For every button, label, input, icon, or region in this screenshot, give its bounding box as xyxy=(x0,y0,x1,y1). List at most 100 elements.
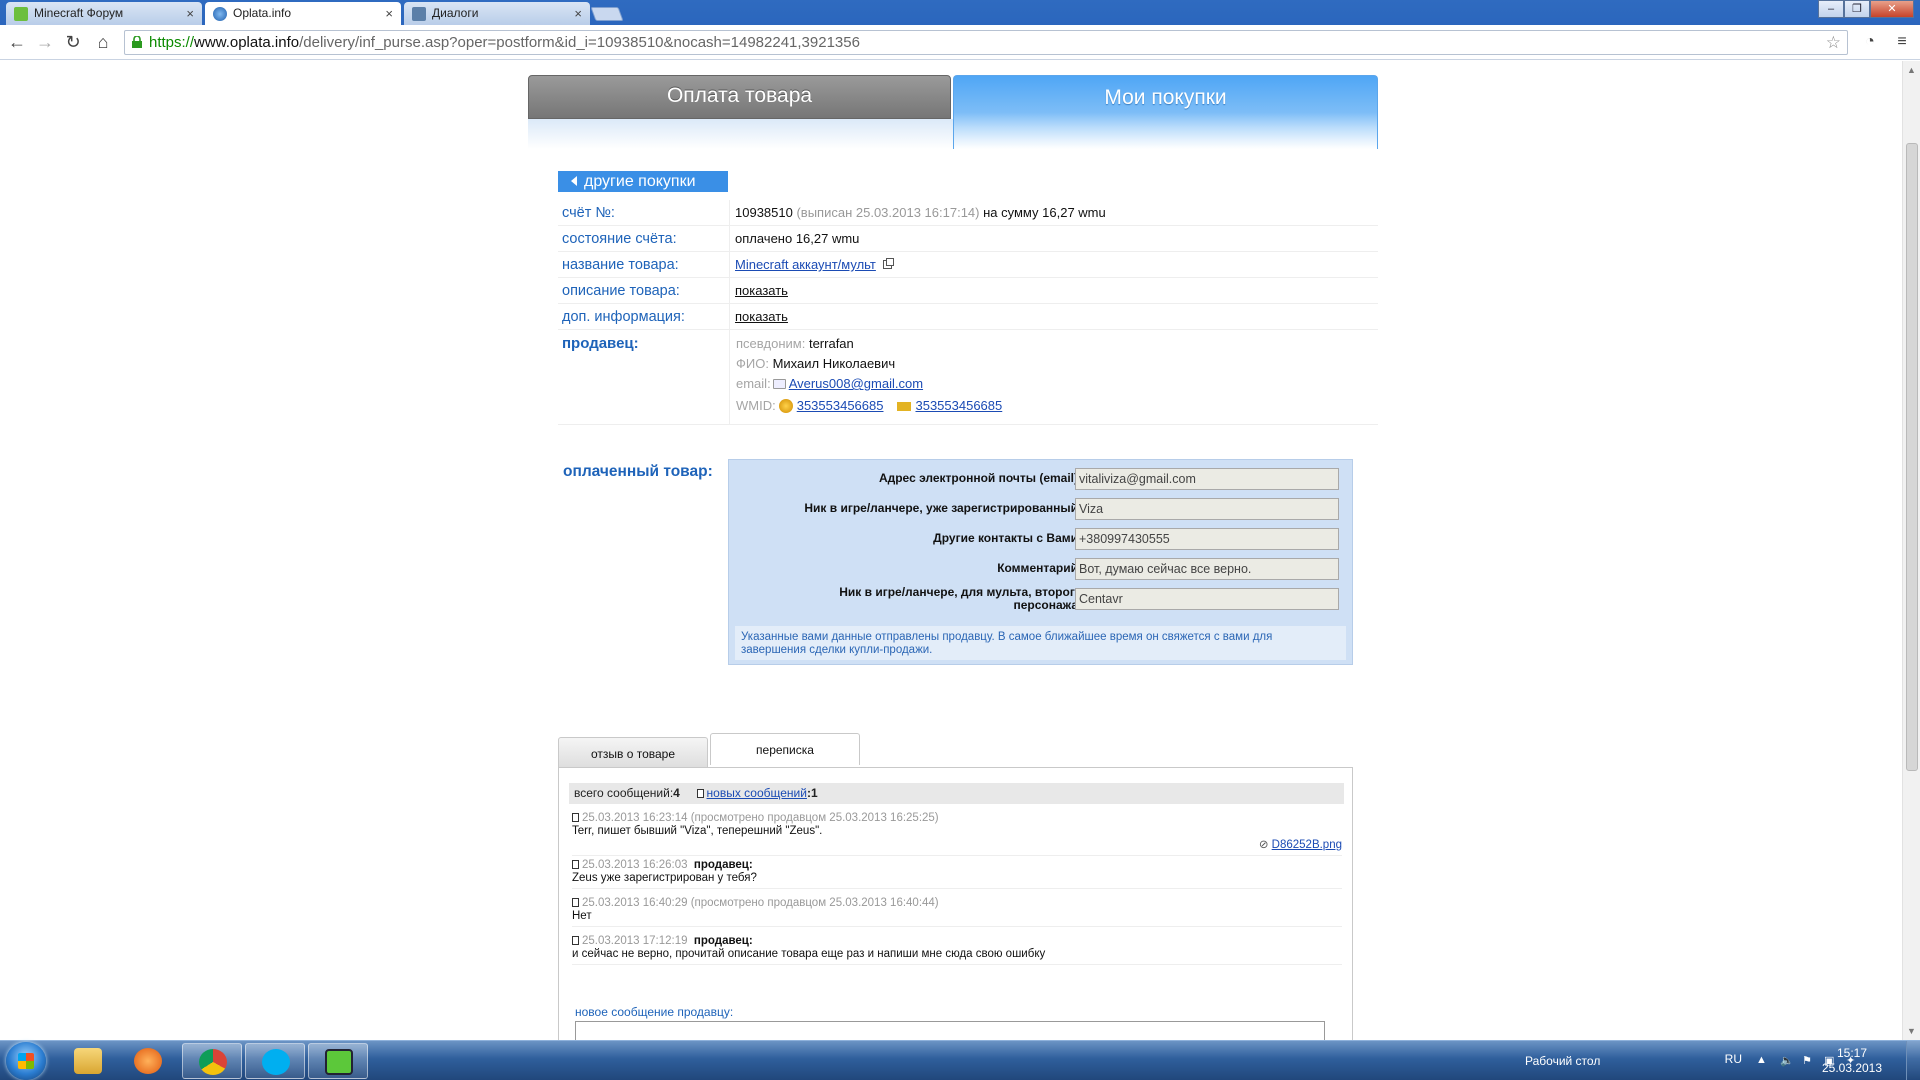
message-meta: 25.03.2013 16:40:29 (просмотрено продавц… xyxy=(582,897,939,909)
second-nick-field[interactable] xyxy=(1075,588,1339,610)
nick-field[interactable] xyxy=(1075,498,1339,520)
taskbar-minecraft[interactable] xyxy=(308,1043,368,1079)
other-purchases-label: другие покупки xyxy=(584,173,696,190)
new-messages-count: :1 xyxy=(806,786,818,800)
taskbar-chrome[interactable] xyxy=(182,1043,242,1079)
email-envelope-icon xyxy=(772,379,786,389)
attachment-link[interactable]: D86252B.png xyxy=(1272,839,1342,851)
tab-close-icon[interactable]: × xyxy=(186,2,194,25)
correspondence-panel: всего сообщений:4 новых сообщений:1 25.0… xyxy=(558,767,1353,1040)
scroll-down-icon[interactable]: ▼ xyxy=(1907,1026,1916,1036)
header-fade xyxy=(528,119,953,149)
contacts-field-label: Другие контакты с Вами: xyxy=(933,531,1082,545)
email-field[interactable] xyxy=(1075,468,1339,490)
desktop-toolbar-label[interactable]: Рабочий стол xyxy=(1525,1054,1625,1068)
show-description-link[interactable]: показать xyxy=(735,283,788,298)
webmoney-icon xyxy=(778,399,793,413)
vk-favicon-icon xyxy=(412,7,426,21)
tab-my-purchases[interactable]: Мои покупки xyxy=(953,75,1378,149)
form-row-contacts: Другие контакты с Вами: xyxy=(729,528,1352,552)
minimize-icon[interactable]: – xyxy=(1818,0,1844,18)
taskbar-media-player[interactable] xyxy=(118,1043,178,1079)
message-item: 25.03.2013 16:26:03 продавец: Zeus уже з… xyxy=(572,859,1342,889)
messages-summary: всего сообщений:4 новых сообщений:1 xyxy=(569,783,1344,804)
other-purchases-button[interactable]: другие покупки xyxy=(558,171,728,192)
message-meta: 25.03.2013 16:26:03 xyxy=(582,859,688,871)
document-icon xyxy=(572,813,579,822)
form-row-second-nick: Ник в игре/ланчере, для мульта, второго … xyxy=(729,586,1352,612)
message-meta: 25.03.2013 17:12:19 xyxy=(582,935,688,947)
browser-toolbar: ← → ↻ ⌂ https://www.oplata.info/delivery… xyxy=(0,25,1920,60)
paperclip-icon: ⊘ xyxy=(1258,839,1269,851)
forward-arrow-icon[interactable]: → xyxy=(34,31,56,53)
status-label: состояние счёта: xyxy=(562,231,677,247)
skype-icon xyxy=(262,1049,290,1075)
purchase-card: Оплата товара Мои покупки другие покупки… xyxy=(528,75,1378,1040)
tab-payment-label: Оплата товара xyxy=(666,84,813,107)
volume-icon[interactable]: 🔈 xyxy=(1780,1054,1794,1068)
status-value: оплачено 16,27 wmu xyxy=(735,231,860,246)
message-body: и сейчас не верно, прочитай описание тов… xyxy=(572,948,1046,960)
paid-product-form: Адрес электронной почты (email): Ник в и… xyxy=(728,459,1353,665)
scroll-thumb[interactable] xyxy=(1906,143,1918,771)
tab-title: Oplata.info xyxy=(233,6,292,20)
document-icon xyxy=(572,936,579,945)
product-name-link[interactable]: Minecraft аккаунт/мульт xyxy=(735,257,876,272)
new-messages-link[interactable]: новых сообщений xyxy=(707,786,807,800)
mail-icon xyxy=(897,402,912,411)
tab-review[interactable]: отзыв о товаре xyxy=(558,737,708,767)
browser-tab-dialogs[interactable]: Диалоги × xyxy=(404,2,590,25)
document-icon xyxy=(572,898,579,907)
message-item: 25.03.2013 16:23:14 (просмотрено продавц… xyxy=(572,812,1342,856)
seller-label: продавец: xyxy=(562,335,639,352)
seller-wmid-link[interactable]: 353553456685 xyxy=(797,398,884,413)
contacts-field[interactable] xyxy=(1075,528,1339,550)
bookmark-star-icon[interactable]: ☆ xyxy=(1826,31,1841,54)
home-icon[interactable]: ⌂ xyxy=(92,31,114,53)
address-bar[interactable]: https://www.oplata.info/delivery/inf_pur… xyxy=(124,30,1848,55)
lock-icon xyxy=(132,36,142,48)
browser-tab-oplata[interactable]: Oplata.info × xyxy=(205,2,401,25)
taskbar-clock[interactable]: 15:17 25.03.2013 xyxy=(1812,1046,1892,1076)
back-arrow-icon[interactable]: ← xyxy=(6,31,28,53)
show-extra-info-link[interactable]: показать xyxy=(735,309,788,324)
product-name-label: название товара: xyxy=(562,257,679,273)
reload-icon[interactable]: ↻ xyxy=(62,31,84,53)
invoice-sum: 16,27 wmu xyxy=(1042,205,1106,220)
external-link-icon[interactable] xyxy=(882,258,894,269)
taskbar-skype[interactable] xyxy=(245,1043,305,1079)
language-indicator[interactable]: RU xyxy=(1725,1052,1742,1066)
seller-wmid-message-link[interactable]: 353553456685 xyxy=(915,398,1002,413)
tray-expand-icon[interactable]: ▲ xyxy=(1756,1054,1770,1068)
paid-product-label: оплаченный товар: xyxy=(563,463,713,480)
back-triangle-icon xyxy=(571,176,577,186)
product-name-row: название товара: Minecraft аккаунт/мульт xyxy=(558,252,1378,278)
document-icon xyxy=(572,860,579,869)
clock-date: 25.03.2013 xyxy=(1821,1061,1883,1075)
tab-close-icon[interactable]: × xyxy=(385,2,393,25)
show-desktop-button[interactable] xyxy=(1906,1041,1920,1080)
tab-close-icon[interactable]: × xyxy=(574,2,582,25)
browser-tab-minecraft[interactable]: Minecraft Форум × xyxy=(6,2,202,25)
seller-email-link[interactable]: Averus008@gmail.com xyxy=(789,376,923,391)
taskbar-explorer[interactable] xyxy=(58,1043,118,1079)
invoice-row: счёт №: 10938510 (выписан 25.03.2013 16:… xyxy=(558,200,1378,226)
invoice-label: счёт №: xyxy=(562,205,615,221)
tab-payment[interactable]: Оплата товара xyxy=(528,75,951,119)
product-desc-row: описание товара: показать xyxy=(558,278,1378,304)
history-clock-icon[interactable]: ◔ xyxy=(1860,32,1880,52)
seller-wmid-key: WMID: xyxy=(736,398,776,413)
scroll-up-icon[interactable]: ▲ xyxy=(1907,65,1916,75)
tab-correspondence[interactable]: переписка xyxy=(710,733,860,765)
new-tab-button[interactable] xyxy=(590,7,624,21)
maximize-icon[interactable]: ❐ xyxy=(1844,0,1870,18)
invoice-info: счёт №: 10938510 (выписан 25.03.2013 16:… xyxy=(558,200,1378,425)
menu-icon[interactable]: ≡ xyxy=(1892,32,1912,52)
comment-field[interactable] xyxy=(1075,558,1339,580)
new-message-label: новое сообщение продавцу: xyxy=(575,1005,734,1019)
extra-info-label: доп. информация: xyxy=(562,309,685,325)
close-window-icon[interactable]: ✕ xyxy=(1870,0,1914,18)
start-button-icon[interactable] xyxy=(6,1042,46,1080)
page-scrollbar[interactable]: ▲ ▼ xyxy=(1902,61,1920,1040)
new-message-textarea[interactable] xyxy=(575,1021,1325,1040)
